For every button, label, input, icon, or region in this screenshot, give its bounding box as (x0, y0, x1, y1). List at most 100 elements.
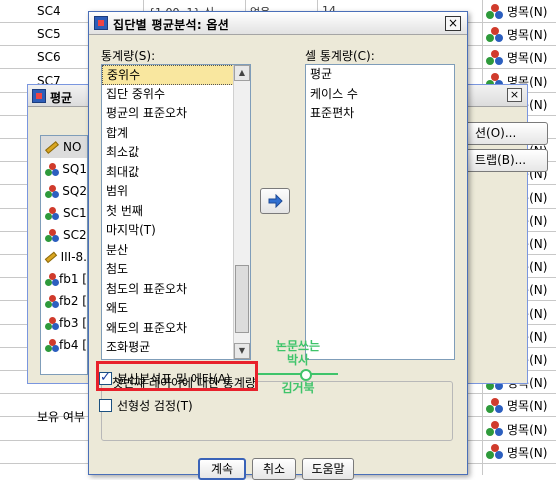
statistic-item[interactable]: 합계 (102, 124, 250, 144)
statistic-item[interactable]: 조화평균 (102, 338, 250, 358)
measure-cell[interactable]: 명목(N) (486, 444, 547, 461)
cancel-button[interactable]: 취소 (252, 458, 296, 480)
statistic-item[interactable]: 최대값 (102, 163, 250, 183)
scroll-up-icon[interactable]: ▲ (234, 65, 250, 81)
nominal-measure-icon (486, 397, 504, 414)
nominal-measure-icon (486, 444, 504, 460)
list-item[interactable]: SC1 (41, 202, 87, 224)
scroll-thumb[interactable] (235, 265, 249, 333)
means-options-dialog: 집단별 평균분석: 옵션 × 통계량(S): 셀 통계량(C): 중위수 집단 중… (88, 11, 468, 480)
statistic-item[interactable]: 집단 중위수 (102, 85, 250, 105)
variable-name: fb1 [ (59, 272, 87, 286)
means-variable-list[interactable]: NO SQ1 SQ2 SC1 SC2 III-8. fb1 [ fb2 [ fb3 [ fb4 [ (40, 135, 88, 375)
measure-cell[interactable]: 명목(N) (486, 49, 547, 66)
variable-name: fb4 [ (59, 338, 87, 352)
statistic-item[interactable]: 왜도의 표준오차 (102, 319, 250, 339)
means-dialog-title: 평균 (50, 91, 73, 105)
variable-name: III-8. (60, 250, 87, 264)
table-cell[interactable]: SC6 (37, 50, 61, 64)
nominal-measure-icon (45, 294, 59, 308)
measure-cell[interactable]: 명목(N) (486, 397, 547, 414)
nominal-measure-icon (486, 26, 504, 43)
list-item[interactable]: SQ1 (41, 158, 87, 180)
list-item[interactable]: fb4 [ (41, 334, 87, 356)
statistics-label: 통계량(S): (101, 49, 156, 63)
measure-label: 명목(N) (507, 5, 548, 19)
move-right-button[interactable] (260, 188, 290, 214)
cell-statistics-items: 평균 케이스 수 표준편차 (306, 65, 454, 124)
highlight-box (96, 361, 258, 391)
cell-statistics-label: 셀 통계량(C): (305, 49, 375, 63)
options-button[interactable]: 션(O)... (464, 122, 548, 145)
measure-label: 명목(N) (507, 422, 548, 437)
measure-cell[interactable]: 명목(N) (486, 421, 547, 438)
variable-name: fb3 [ (59, 316, 87, 330)
continue-button[interactable]: 계속 (198, 458, 246, 480)
statistic-item[interactable]: 분산 (102, 241, 250, 261)
nominal-measure-icon (486, 49, 504, 66)
statistic-item[interactable]: 첫 번째 (102, 202, 250, 222)
list-item[interactable]: SC2 (41, 224, 87, 246)
cell-statistic-item[interactable]: 표준편차 (306, 104, 454, 124)
scale-ruler-icon (45, 140, 59, 154)
measure-cell[interactable]: 명목(N) (486, 26, 547, 43)
variable-name: NO (63, 140, 82, 154)
nominal-measure-icon (45, 184, 59, 198)
measure-label: 명목(N) (507, 445, 548, 460)
watermark: 논문쓰는 박사 김거북 (244, 339, 352, 395)
spss-app-icon (94, 16, 108, 30)
nominal-measure-icon (45, 228, 59, 242)
dialog-titlebar[interactable]: 집단별 평균분석: 옵션 × (89, 12, 467, 35)
variable-name: fb2 [ (59, 294, 87, 308)
statistic-item[interactable]: 마지막(T) (102, 221, 250, 241)
cell-statistic-item[interactable]: 케이스 수 (306, 85, 454, 105)
statistics-scrollbar[interactable]: ▲ ▼ (233, 65, 250, 359)
arrow-right-icon (268, 194, 283, 208)
statistics-listbox[interactable]: 중위수 집단 중위수 평균의 표준오차 합계 최소값 최대값 범위 첫 번째 마지막(T) 분산 첨… (101, 64, 251, 360)
list-item[interactable]: fb2 [ (41, 290, 87, 312)
variable-name: SC2 (63, 228, 87, 242)
means-close-button[interactable]: × (507, 88, 522, 102)
watermark-line1: 논문쓰는 (275, 339, 321, 353)
statistics-items: 중위수 집단 중위수 평균의 표준오차 합계 최소값 최대값 범위 첫 번째 마지막(T) 분산 첨… (102, 65, 250, 358)
measure-cell[interactable]: 명목(N) (486, 3, 547, 20)
help-button[interactable]: 도움말 (302, 458, 354, 480)
statistic-item[interactable]: 왜도 (102, 299, 250, 319)
list-item[interactable]: fb1 [ (41, 268, 87, 290)
bootstrap-button[interactable]: 트랩(B)... (464, 149, 548, 172)
list-item[interactable]: SQ2 (41, 180, 87, 202)
nominal-measure-icon (45, 162, 59, 176)
statistic-item[interactable]: 첨도의 표준오차 (102, 280, 250, 300)
dialog-title: 집단별 평균분석: 옵션 (113, 18, 230, 32)
statistic-item[interactable]: 최소값 (102, 143, 250, 163)
nominal-measure-icon (486, 421, 504, 437)
watermark-line2: 박사 (286, 353, 310, 367)
variable-name: SQ2 (62, 184, 87, 198)
cell-statistics-listbox[interactable]: 평균 케이스 수 표준편차 (305, 64, 455, 360)
variable-name: SQ1 (62, 162, 87, 176)
measure-label: 명목(N) (507, 51, 548, 66)
statistic-item[interactable]: 중위수 (102, 65, 250, 85)
linearity-test-checkbox[interactable] (99, 399, 112, 412)
close-button[interactable]: × (445, 16, 461, 31)
nominal-measure-icon (45, 338, 59, 352)
watermark-slider-icon (258, 367, 338, 381)
list-item[interactable]: III-8. (41, 246, 87, 268)
table-cell[interactable]: SC4 (37, 4, 61, 18)
watermark-line3: 김거북 (281, 381, 315, 395)
cell-statistic-item[interactable]: 평균 (306, 65, 454, 85)
nominal-measure-icon (486, 3, 504, 20)
measure-label: 명목(N) (507, 28, 548, 43)
variable-label-cell[interactable]: 보유 여부 (37, 408, 85, 425)
measure-label: 명목(N) (507, 399, 548, 414)
statistic-item[interactable]: 첨도 (102, 260, 250, 280)
table-cell[interactable]: SC5 (37, 27, 61, 41)
spss-app-icon (32, 89, 46, 103)
linearity-test-option[interactable]: 선형성 검정(T) (99, 397, 193, 414)
linearity-test-label: 선형성 검정(T) (117, 399, 193, 413)
statistic-item[interactable]: 평균의 표준오차 (102, 104, 250, 124)
variable-name: SC1 (63, 206, 87, 220)
list-item[interactable]: NO (41, 136, 87, 158)
statistic-item[interactable]: 범위 (102, 182, 250, 202)
list-item[interactable]: fb3 [ (41, 312, 87, 334)
